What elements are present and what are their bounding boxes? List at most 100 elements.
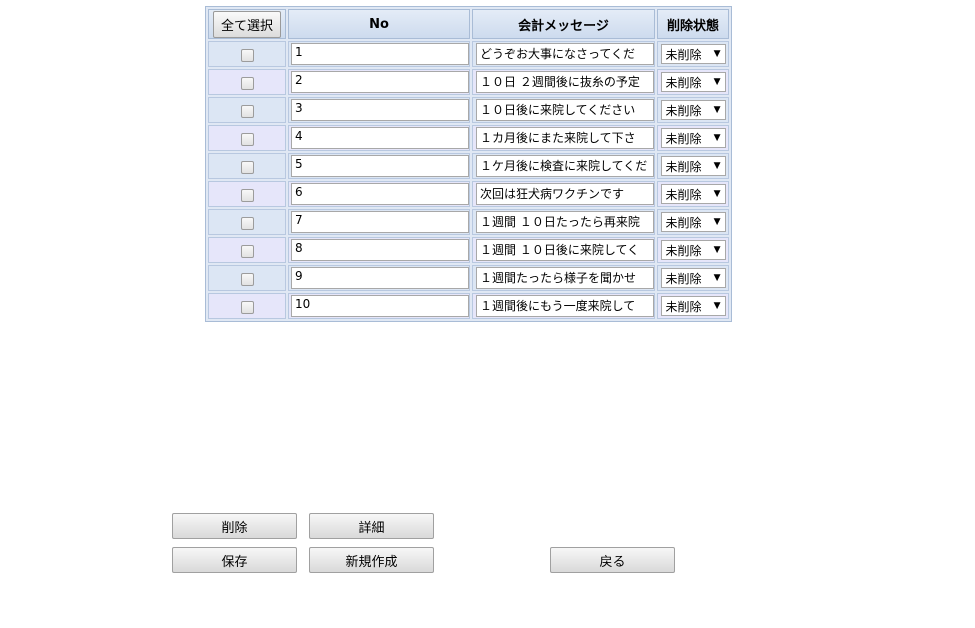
detail-button[interactable]: 詳細 <box>309 513 434 539</box>
dropdown-arrow-icon: ▼ <box>713 189 721 200</box>
state-select[interactable]: 未削除 ▼ <box>660 44 726 65</box>
table-row: 1 どうぞお大事になさってくだ 未削除 ▼ <box>208 41 729 67</box>
state-select-value: 未削除 <box>665 131 702 146</box>
row-checkbox[interactable] <box>240 48 254 62</box>
message-input[interactable]: １カ月後にまた来院して下さ <box>476 127 654 149</box>
row-checkbox[interactable] <box>240 132 254 146</box>
row-checkbox-cell <box>208 293 286 319</box>
dropdown-arrow-icon: ▼ <box>713 301 721 312</box>
no-input[interactable]: 3 <box>291 99 469 121</box>
no-input[interactable]: 6 <box>291 183 469 205</box>
message-input[interactable]: １０日 ２週間後に抜糸の予定 <box>476 71 654 93</box>
dropdown-arrow-icon: ▼ <box>713 49 721 60</box>
row-checkbox[interactable] <box>240 188 254 202</box>
no-cell: 8 <box>288 237 470 263</box>
row-checkbox-cell <box>208 265 286 291</box>
table-row: 4 １カ月後にまた来院して下さ 未削除 ▼ <box>208 125 729 151</box>
message-cell: １ケ月後に検査に来院してくだ <box>472 153 655 179</box>
no-input[interactable]: 1 <box>291 43 469 65</box>
no-input[interactable]: 7 <box>291 211 469 233</box>
dropdown-arrow-icon: ▼ <box>713 133 721 144</box>
row-checkbox-cell <box>208 237 286 263</box>
table-row: 8 １週間 １０日後に来院してく 未削除 ▼ <box>208 237 729 263</box>
state-select[interactable]: 未削除 ▼ <box>660 156 726 177</box>
save-button[interactable]: 保存 <box>172 547 297 573</box>
row-checkbox-cell <box>208 69 286 95</box>
no-cell: 5 <box>288 153 470 179</box>
no-cell: 9 <box>288 265 470 291</box>
new-button[interactable]: 新規作成 <box>309 547 434 573</box>
no-input[interactable]: 10 <box>291 295 469 317</box>
state-select[interactable]: 未削除 ▼ <box>660 100 726 121</box>
table-row: 3 １０日後に来院してください 未削除 ▼ <box>208 97 729 123</box>
message-input[interactable]: 次回は狂犬病ワクチンです <box>476 183 654 205</box>
state-select[interactable]: 未削除 ▼ <box>660 296 726 317</box>
table-row: 9 １週間たったら様子を聞かせ 未削除 ▼ <box>208 265 729 291</box>
dropdown-arrow-icon: ▼ <box>713 245 721 256</box>
state-select[interactable]: 未削除 ▼ <box>660 128 726 149</box>
state-select-value: 未削除 <box>665 47 702 62</box>
no-cell: 10 <box>288 293 470 319</box>
dropdown-arrow-icon: ▼ <box>713 273 721 284</box>
no-cell: 2 <box>288 69 470 95</box>
message-input[interactable]: １ケ月後に検査に来院してくだ <box>476 155 654 177</box>
no-input[interactable]: 4 <box>291 127 469 149</box>
dropdown-arrow-icon: ▼ <box>713 161 721 172</box>
state-select-value: 未削除 <box>665 271 702 286</box>
state-select-value: 未削除 <box>665 75 702 90</box>
message-cell: １カ月後にまた来院して下さ <box>472 125 655 151</box>
message-input[interactable]: どうぞお大事になさってくだ <box>476 43 654 65</box>
row-checkbox-cell <box>208 41 286 67</box>
no-column-header: No <box>288 9 470 39</box>
state-cell: 未削除 ▼ <box>657 293 729 319</box>
state-cell: 未削除 ▼ <box>657 209 729 235</box>
message-cell: １週間後にもう一度来院して <box>472 293 655 319</box>
state-cell: 未削除 ▼ <box>657 237 729 263</box>
row-checkbox[interactable] <box>240 244 254 258</box>
state-select-value: 未削除 <box>665 159 702 174</box>
state-cell: 未削除 ▼ <box>657 265 729 291</box>
state-select[interactable]: 未削除 ▼ <box>660 268 726 289</box>
state-cell: 未削除 ▼ <box>657 153 729 179</box>
state-cell: 未削除 ▼ <box>657 97 729 123</box>
row-checkbox[interactable] <box>240 272 254 286</box>
no-cell: 1 <box>288 41 470 67</box>
page: 全て選択 No 会計メッセージ 削除状態 1 どうぞお大事になさってくだ 未削除 ▼ 2… <box>0 0 975 628</box>
no-input[interactable]: 8 <box>291 239 469 261</box>
no-input[interactable]: 2 <box>291 71 469 93</box>
table-header-row: 全て選択 No 会計メッセージ 削除状態 <box>208 9 729 39</box>
row-checkbox[interactable] <box>240 216 254 230</box>
delete-button[interactable]: 削除 <box>172 513 297 539</box>
message-table: 全て選択 No 会計メッセージ 削除状態 1 どうぞお大事になさってくだ 未削除 ▼ 2… <box>205 6 732 322</box>
select-all-button[interactable]: 全て選択 <box>212 10 281 38</box>
message-input[interactable]: １週間 １０日後に来院してく <box>476 239 654 261</box>
state-select[interactable]: 未削除 ▼ <box>660 212 726 233</box>
message-column-header: 会計メッセージ <box>472 9 655 39</box>
row-checkbox[interactable] <box>240 300 254 314</box>
row-checkbox[interactable] <box>240 76 254 90</box>
dropdown-arrow-icon: ▼ <box>713 77 721 88</box>
row-checkbox-cell <box>208 125 286 151</box>
state-select[interactable]: 未削除 ▼ <box>660 72 726 93</box>
no-input[interactable]: 9 <box>291 267 469 289</box>
message-input[interactable]: １週間たったら様子を聞かせ <box>476 267 654 289</box>
state-select[interactable]: 未削除 ▼ <box>660 240 726 261</box>
message-input[interactable]: １週間 １０日たったら再来院 <box>476 211 654 233</box>
state-cell: 未削除 ▼ <box>657 69 729 95</box>
back-button[interactable]: 戻る <box>550 547 675 573</box>
no-input[interactable]: 5 <box>291 155 469 177</box>
message-cell: どうぞお大事になさってくだ <box>472 41 655 67</box>
state-cell: 未削除 ▼ <box>657 125 729 151</box>
row-checkbox-cell <box>208 209 286 235</box>
table-row: 7 １週間 １０日たったら再来院 未削除 ▼ <box>208 209 729 235</box>
message-input[interactable]: １０日後に来院してください <box>476 99 654 121</box>
message-input[interactable]: １週間後にもう一度来院して <box>476 295 654 317</box>
row-checkbox[interactable] <box>240 104 254 118</box>
state-select[interactable]: 未削除 ▼ <box>660 184 726 205</box>
state-select-value: 未削除 <box>665 243 702 258</box>
message-cell: １週間 １０日たったら再来院 <box>472 209 655 235</box>
table-row: 2 １０日 ２週間後に抜糸の予定 未削除 ▼ <box>208 69 729 95</box>
no-cell: 7 <box>288 209 470 235</box>
message-cell: １０日 ２週間後に抜糸の予定 <box>472 69 655 95</box>
row-checkbox[interactable] <box>240 160 254 174</box>
